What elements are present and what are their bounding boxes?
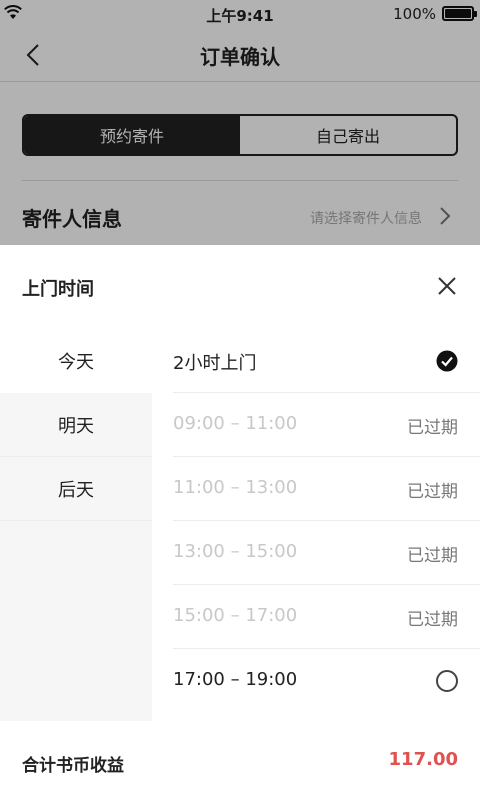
time-slot[interactable]: 2小时上门 <box>173 329 480 393</box>
expired-label: 已过期 <box>407 482 458 502</box>
time-slot-label: 09:00 – 11:00 <box>173 413 298 434</box>
time-slot[interactable]: 17:00 – 19:00 <box>173 649 480 713</box>
time-slot-label: 2小时上门 <box>173 353 257 374</box>
day-item-today[interactable]: 今天 <box>0 329 152 393</box>
expired-label: 已过期 <box>407 610 458 630</box>
close-icon[interactable] <box>436 275 458 297</box>
time-slot-label: 15:00 – 17:00 <box>173 605 298 626</box>
time-slot: 15:00 – 17:00 已过期 <box>173 585 480 649</box>
pickup-time-sheet: 上门时间 今天 明天 后天 2小时上门 09:00 – 11:00 已过期 11… <box>0 245 480 800</box>
expired-label: 已过期 <box>407 418 458 438</box>
total-earnings-amount: 117.00 <box>388 749 458 770</box>
day-list: 今天 明天 后天 <box>0 329 152 721</box>
sheet-header: 上门时间 <box>0 245 480 329</box>
sheet-title: 上门时间 <box>22 279 94 300</box>
time-slot-label: 11:00 – 13:00 <box>173 477 298 498</box>
time-slot: 13:00 – 15:00 已过期 <box>173 521 480 585</box>
check-circle-icon <box>436 350 458 372</box>
day-item-day-after[interactable]: 后天 <box>0 457 152 521</box>
day-item-tomorrow[interactable]: 明天 <box>0 393 152 457</box>
time-slot-list: 2小时上门 09:00 – 11:00 已过期 11:00 – 13:00 已过… <box>173 329 480 713</box>
total-earnings-bar: 合计书币收益 117.00 <box>0 721 480 800</box>
expired-label: 已过期 <box>407 546 458 566</box>
radio-unchecked-icon[interactable] <box>436 670 458 692</box>
total-earnings-label: 合计书币收益 <box>22 756 124 776</box>
time-slot: 11:00 – 13:00 已过期 <box>173 457 480 521</box>
time-slot-label: 13:00 – 15:00 <box>173 541 298 562</box>
time-slot-label: 17:00 – 19:00 <box>173 669 298 690</box>
time-slot: 09:00 – 11:00 已过期 <box>173 393 480 457</box>
